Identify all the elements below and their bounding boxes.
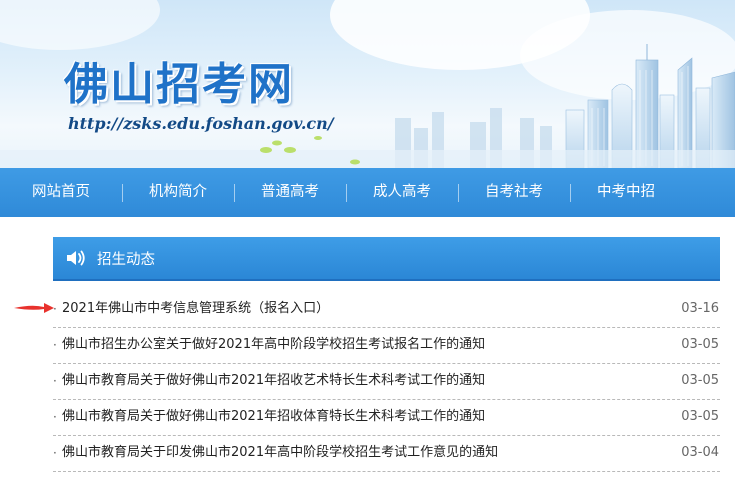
list-item: · 佛山市教育局关于印发佛山市2021年高中阶段学校招生考试工作意见的通知 03… <box>53 436 720 472</box>
speaker-icon <box>65 248 89 268</box>
news-date: 03-16 <box>681 301 719 316</box>
list-item: · 佛山市教育局关于做好佛山市2021年招收艺术特长生术科考试工作的通知 03-… <box>53 364 720 400</box>
bullet-icon: · <box>53 374 57 388</box>
news-date: 03-05 <box>681 409 719 424</box>
nav-item-home[interactable]: 网站首页 <box>0 168 122 217</box>
nav-item-adult-exam[interactable]: 成人高考 <box>346 168 458 217</box>
list-item: · 佛山市教育局关于做好佛山市2021年招收体育特长生术科考试工作的通知 03-… <box>53 400 720 436</box>
nav-item-zhongkao[interactable]: 中考中招 <box>570 168 682 217</box>
list-item: · 2021年佛山市中考信息管理系统（报名入口） 03-16 <box>53 292 720 328</box>
news-date: 03-05 <box>681 337 719 352</box>
news-link[interactable]: 佛山市教育局关于做好佛山市2021年招收体育特长生术科考试工作的通知 <box>62 400 485 434</box>
site-logo-title: 佛山招考网 <box>64 59 294 110</box>
news-panel-header: 招生动态 <box>53 237 720 281</box>
list-item: · 佛山市招生办公室关于做好2021年高中阶段学校招生考试报名工作的通知 03-… <box>53 328 720 364</box>
red-arrow-icon <box>14 303 54 313</box>
news-link[interactable]: 佛山市教育局关于做好佛山市2021年招收艺术特长生术科考试工作的通知 <box>62 364 485 398</box>
main-nav: 网站首页 机构简介 普通高考 成人高考 自考社考 中考中招 <box>0 168 735 217</box>
site-url: http://zsks.edu.foshan.gov.cn/ <box>68 114 334 133</box>
news-date: 03-04 <box>681 445 719 460</box>
bullet-icon: · <box>53 338 57 352</box>
panel-title: 招生动态 <box>97 251 155 268</box>
header-banner: 佛山招考网 http://zsks.edu.foshan.gov.cn/ <box>0 0 735 168</box>
nav-item-gaokao[interactable]: 普通高考 <box>234 168 346 217</box>
nav-item-self-study-exam[interactable]: 自考社考 <box>458 168 570 217</box>
bullet-icon: · <box>53 410 57 424</box>
bullet-icon: · <box>53 446 57 460</box>
news-link[interactable]: 佛山市教育局关于印发佛山市2021年高中阶段学校招生考试工作意见的通知 <box>62 436 498 470</box>
news-date: 03-05 <box>681 373 719 388</box>
nav-item-about[interactable]: 机构简介 <box>122 168 234 217</box>
news-list: · 2021年佛山市中考信息管理系统（报名入口） 03-16 · 佛山市招生办公… <box>53 292 720 472</box>
news-link[interactable]: 2021年佛山市中考信息管理系统（报名入口） <box>62 292 329 326</box>
news-link[interactable]: 佛山市招生办公室关于做好2021年高中阶段学校招生考试报名工作的通知 <box>62 328 485 362</box>
